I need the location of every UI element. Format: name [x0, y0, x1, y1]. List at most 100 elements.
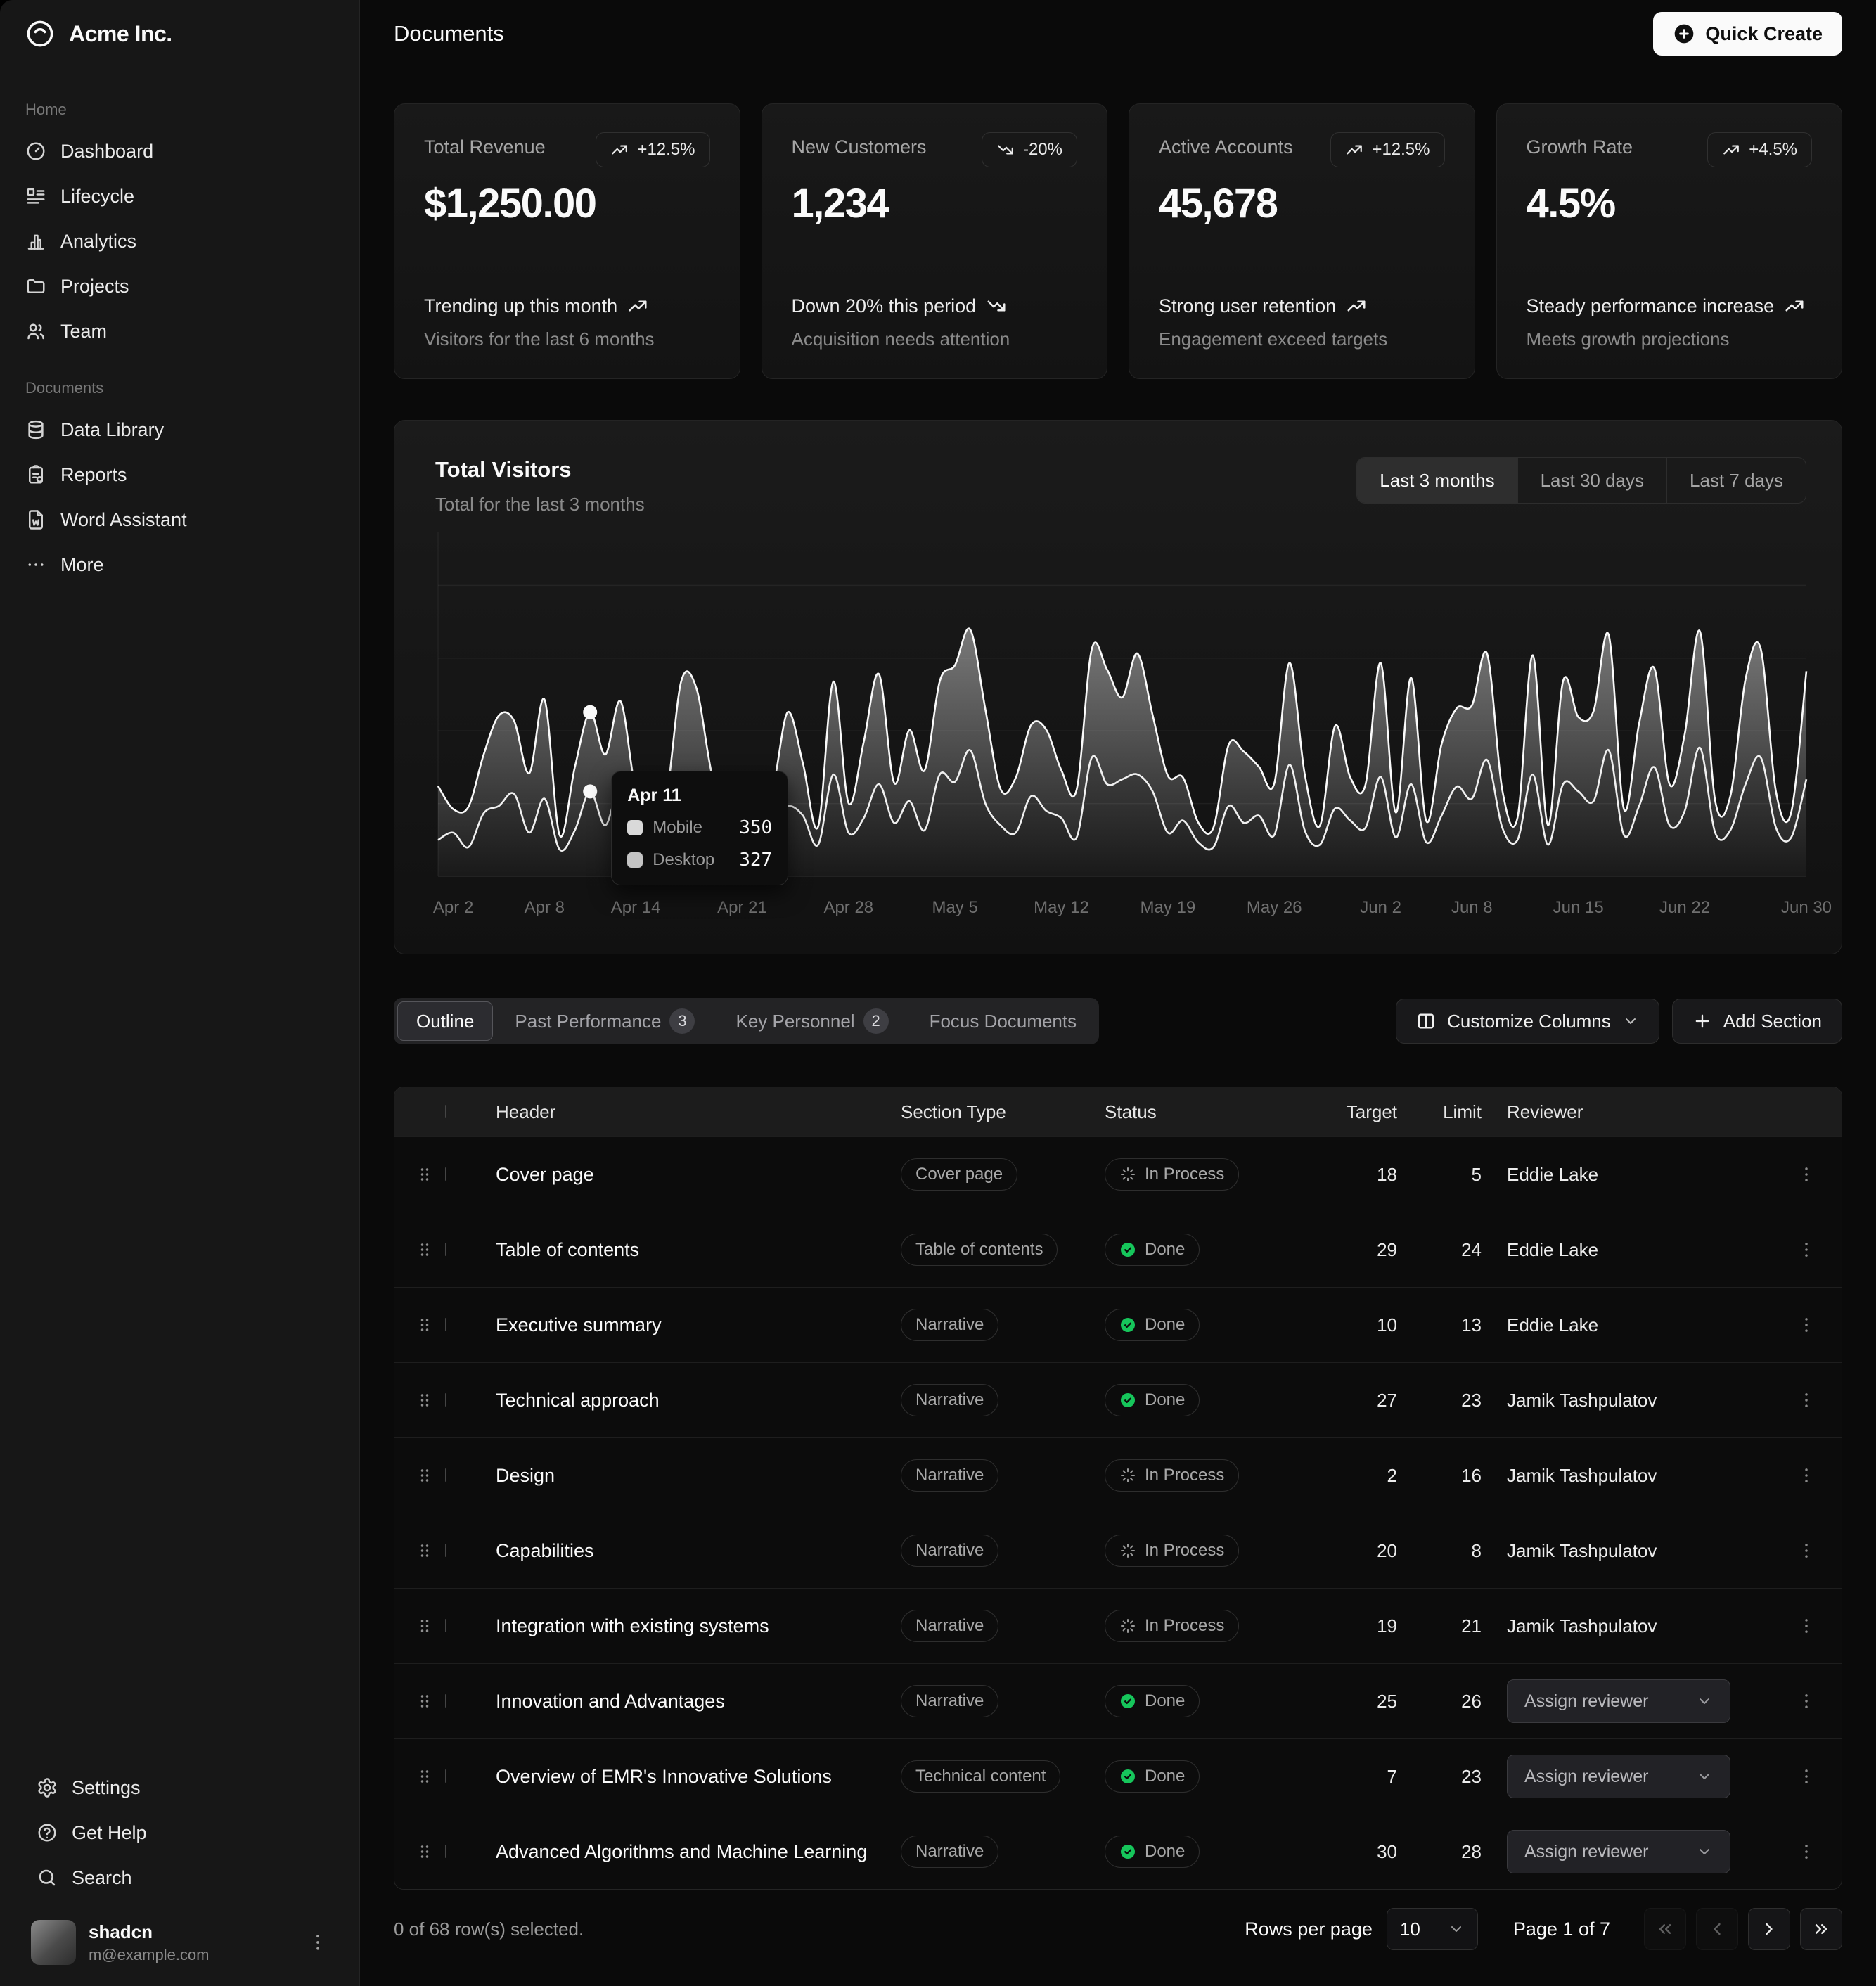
sidebar-group-label: Documents [11, 369, 348, 407]
target-value[interactable]: 27 [1324, 1390, 1422, 1411]
limit-value[interactable]: 23 [1422, 1390, 1507, 1411]
row-header-link[interactable]: Integration with existing systems [496, 1615, 901, 1637]
row-actions-kebab-icon[interactable] [1797, 1842, 1816, 1862]
reviewer-cell: Jamik Tashpulatov [1507, 1615, 1782, 1637]
customize-columns-button[interactable]: Customize Columns [1396, 999, 1659, 1044]
status-badge: In Process [1105, 1535, 1239, 1567]
sidebar-item-reports[interactable]: Reports [11, 452, 348, 497]
target-value[interactable]: 19 [1324, 1615, 1422, 1637]
limit-value[interactable]: 26 [1422, 1691, 1507, 1712]
sidebar-item-lifecycle[interactable]: Lifecycle [11, 174, 348, 219]
row-header-link[interactable]: Capabilities [496, 1540, 901, 1562]
limit-value[interactable]: 8 [1422, 1540, 1507, 1562]
limit-value[interactable]: 24 [1422, 1239, 1507, 1261]
target-value[interactable]: 10 [1324, 1314, 1422, 1336]
select-all-checkbox[interactable] [445, 1106, 496, 1118]
row-checkbox[interactable] [445, 1845, 496, 1858]
row-header-link[interactable]: Innovation and Advantages [496, 1691, 901, 1712]
row-actions-kebab-icon[interactable] [1797, 1767, 1816, 1786]
drag-handle-icon[interactable] [415, 1842, 435, 1862]
quick-create-button[interactable]: Quick Create [1653, 12, 1842, 56]
user-menu[interactable]: shadcn m@example.com [23, 1913, 337, 1972]
row-checkbox[interactable] [445, 1620, 496, 1632]
row-actions-kebab-icon[interactable] [1797, 1240, 1816, 1260]
drag-handle-icon[interactable] [415, 1315, 435, 1335]
tab-outline[interactable]: Outline [397, 1001, 493, 1041]
sidebar-item-settings[interactable]: Settings [23, 1765, 337, 1810]
limit-value[interactable]: 23 [1422, 1766, 1507, 1788]
add-section-button[interactable]: Add Section [1672, 999, 1842, 1044]
row-actions-kebab-icon[interactable] [1797, 1315, 1816, 1335]
drag-handle-icon[interactable] [415, 1390, 435, 1410]
row-actions-kebab-icon[interactable] [1797, 1616, 1816, 1636]
user-menu-kebab-icon[interactable] [307, 1932, 328, 1953]
row-header-link[interactable]: Table of contents [496, 1239, 901, 1261]
limit-value[interactable]: 13 [1422, 1314, 1507, 1336]
row-checkbox[interactable] [445, 1243, 496, 1256]
row-actions-kebab-icon[interactable] [1797, 1165, 1816, 1184]
row-header-link[interactable]: Technical approach [496, 1390, 901, 1411]
sidebar-item-team[interactable]: Team [11, 309, 348, 354]
sidebar-header[interactable]: Acme Inc. [0, 0, 359, 68]
row-header-link[interactable]: Advanced Algorithms and Machine Learning [496, 1841, 901, 1863]
drag-handle-icon[interactable] [415, 1541, 435, 1561]
target-value[interactable]: 7 [1324, 1766, 1422, 1788]
sidebar-group: HomeDashboardLifecycleAnalyticsProjectsT… [11, 91, 348, 354]
sidebar-item-get-help[interactable]: Get Help [23, 1810, 337, 1855]
assign-reviewer-select[interactable]: Assign reviewer [1507, 1755, 1730, 1798]
limit-value[interactable]: 21 [1422, 1615, 1507, 1637]
reviewer-cell: Assign reviewer [1507, 1679, 1782, 1723]
row-actions-kebab-icon[interactable] [1797, 1466, 1816, 1485]
target-value[interactable]: 25 [1324, 1691, 1422, 1712]
row-actions-kebab-icon[interactable] [1797, 1390, 1816, 1410]
limit-value[interactable]: 5 [1422, 1164, 1507, 1186]
row-checkbox[interactable] [445, 1695, 496, 1708]
assign-reviewer-select[interactable]: Assign reviewer [1507, 1679, 1730, 1723]
pager-chevrons-right[interactable] [1800, 1908, 1842, 1950]
sidebar-item-data-library[interactable]: Data Library [11, 407, 348, 452]
row-checkbox[interactable] [445, 1469, 496, 1482]
target-value[interactable]: 18 [1324, 1164, 1422, 1186]
stat-card-description: Visitors for the last 6 months [424, 328, 710, 350]
drag-handle-icon[interactable] [415, 1165, 435, 1184]
pager-chevrons-left[interactable] [1644, 1908, 1686, 1950]
tab-focus-documents[interactable]: Focus Documents [911, 1001, 1096, 1041]
tab-past-performance[interactable]: Past Performance3 [496, 1001, 714, 1041]
sidebar-item-analytics[interactable]: Analytics [11, 219, 348, 264]
row-checkbox[interactable] [445, 1394, 496, 1407]
row-checkbox[interactable] [445, 1319, 496, 1331]
target-value[interactable]: 29 [1324, 1239, 1422, 1261]
status-text: In Process [1145, 1541, 1224, 1561]
drag-handle-icon[interactable] [415, 1691, 435, 1711]
assign-reviewer-select[interactable]: Assign reviewer [1507, 1830, 1730, 1873]
sections-table: HeaderSection TypeStatusTargetLimitRevie… [394, 1087, 1842, 1890]
sidebar-item-dashboard[interactable]: Dashboard [11, 129, 348, 174]
rows-per-page-select[interactable]: 10 [1387, 1908, 1478, 1950]
tab-key-personnel[interactable]: Key Personnel2 [717, 1001, 907, 1041]
drag-handle-icon[interactable] [415, 1616, 435, 1636]
row-checkbox[interactable] [445, 1544, 496, 1557]
row-actions-kebab-icon[interactable] [1797, 1541, 1816, 1561]
row-actions-kebab-icon[interactable] [1797, 1691, 1816, 1711]
sidebar-item-word-assistant[interactable]: Word Assistant [11, 497, 348, 542]
limit-value[interactable]: 16 [1422, 1465, 1507, 1487]
sidebar-item-more[interactable]: More [11, 542, 348, 587]
pager-chevron-left[interactable] [1696, 1908, 1738, 1950]
row-checkbox[interactable] [445, 1770, 496, 1783]
sidebar-item-projects[interactable]: Projects [11, 264, 348, 309]
drag-handle-icon[interactable] [415, 1466, 435, 1485]
limit-value[interactable]: 28 [1422, 1841, 1507, 1863]
row-header-link[interactable]: Cover page [496, 1164, 901, 1186]
row-checkbox[interactable] [445, 1168, 496, 1181]
row-header-link[interactable]: Executive summary [496, 1314, 901, 1336]
row-header-link[interactable]: Overview of EMR's Innovative Solutions [496, 1766, 901, 1788]
status-text: Done [1145, 1315, 1185, 1335]
sidebar-item-search[interactable]: Search [23, 1855, 337, 1900]
drag-handle-icon[interactable] [415, 1240, 435, 1260]
row-header-link[interactable]: Design [496, 1465, 901, 1487]
target-value[interactable]: 20 [1324, 1540, 1422, 1562]
target-value[interactable]: 30 [1324, 1841, 1422, 1863]
drag-handle-icon[interactable] [415, 1767, 435, 1786]
target-value[interactable]: 2 [1324, 1465, 1422, 1487]
pager-chevron-right[interactable] [1748, 1908, 1790, 1950]
